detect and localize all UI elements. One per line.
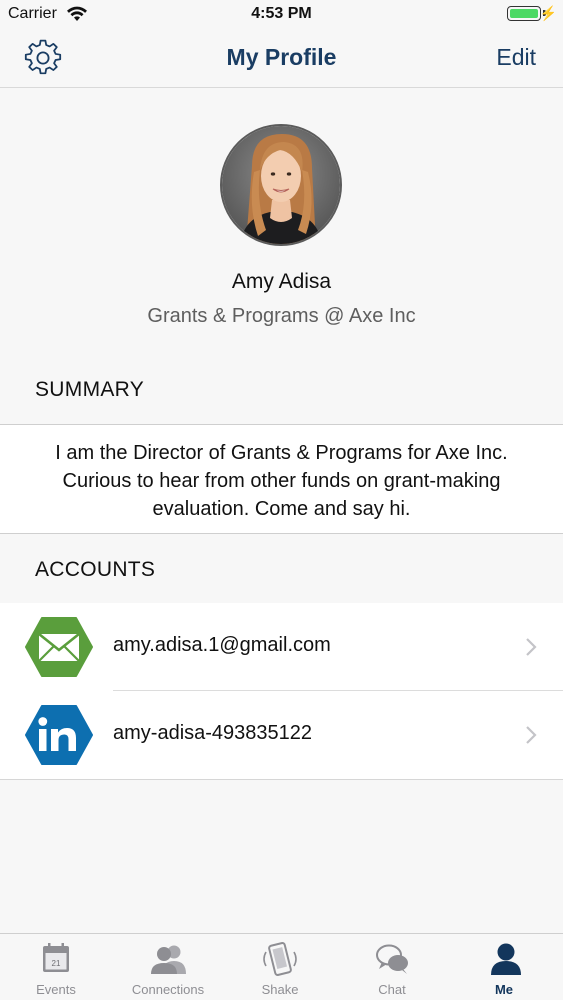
navigation-bar: My Profile Edit — [0, 30, 563, 88]
tab-events[interactable]: 21 Events — [0, 934, 112, 1000]
linkedin-icon — [25, 705, 93, 765]
account-row-linkedin[interactable]: amy-adisa-493835122 — [0, 691, 563, 779]
accounts-heading: ACCOUNTS — [35, 558, 156, 581]
tab-me-label: Me — [494, 982, 514, 997]
page-title: My Profile — [226, 44, 337, 70]
summary-heading: SUMMARY — [35, 378, 145, 401]
profile-photo — [222, 126, 340, 244]
chevron-right-icon — [526, 726, 537, 744]
clock: 4:53 PM — [251, 5, 312, 22]
tab-bar: 21 Events Connections Shake Chat Me — [0, 933, 563, 1000]
charging-icon: ⚡ — [539, 5, 557, 21]
chevron-right-icon — [526, 638, 537, 656]
accounts-list: amy.adisa.1@gmail.com amy-adisa-49383512… — [0, 603, 563, 780]
profile-name: Amy Adisa — [231, 270, 332, 293]
account-row-email[interactable]: amy.adisa.1@gmail.com — [0, 603, 563, 691]
tab-connections-label: Connections — [131, 982, 205, 997]
shake-phone-icon — [263, 942, 297, 976]
chat-bubbles-icon — [376, 944, 408, 974]
avatar — [220, 124, 342, 246]
edit-button[interactable]: Edit — [496, 44, 536, 71]
account-linkedin-label: amy-adisa-493835122 — [113, 722, 313, 744]
profile-headline: Grants & Programs @ Axe Inc — [147, 305, 416, 327]
account-email-label: amy.adisa.1@gmail.com — [113, 634, 331, 656]
email-icon — [25, 617, 93, 677]
tab-me[interactable]: Me — [448, 934, 560, 1000]
tab-shake-label: Shake — [261, 982, 299, 997]
tab-chat-label: Chat — [378, 982, 406, 997]
tab-shake[interactable]: Shake — [224, 934, 336, 1000]
calendar-icon: 21 — [43, 943, 69, 972]
status-bar: Carrier 4:53 PM ⚡ — [0, 0, 563, 30]
tab-connections[interactable]: Connections — [112, 934, 224, 1000]
people-icon — [151, 945, 186, 974]
battery-icon — [507, 6, 541, 21]
tab-chat[interactable]: Chat — [336, 934, 448, 1000]
summary-box: I am the Director of Grants & Programs f… — [0, 424, 563, 534]
tab-events-label: Events — [36, 982, 76, 997]
person-icon — [491, 943, 521, 975]
calendar-day: 21 — [52, 959, 61, 968]
summary-text: I am the Director of Grants & Programs f… — [55, 442, 508, 520]
